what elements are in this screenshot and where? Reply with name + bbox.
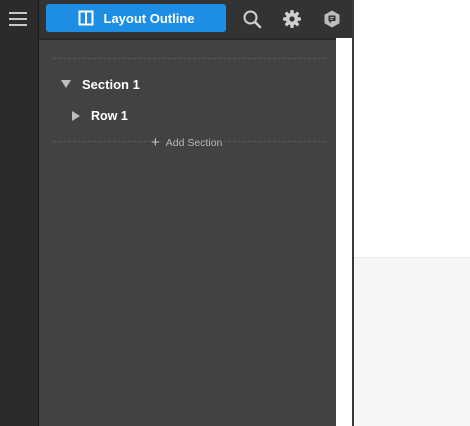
layout-outline-label: Layout Outline	[103, 10, 195, 26]
menu-icon[interactable]	[9, 11, 27, 27]
canvas-area	[354, 0, 470, 257]
outline-section-item[interactable]: Section 1	[61, 76, 140, 92]
search-icon[interactable]	[242, 9, 262, 29]
drop-zone-top	[53, 58, 326, 59]
panel-scroll-track[interactable]	[336, 38, 352, 426]
hexagon-chat-icon[interactable]	[322, 9, 342, 29]
layout-outline-button[interactable]: Layout Outline	[46, 4, 226, 32]
panel-toolbar: Layout Outline	[39, 0, 352, 40]
layout-icon	[78, 10, 93, 26]
gear-icon[interactable]	[282, 9, 302, 29]
caret-right-icon[interactable]	[72, 111, 80, 121]
section-label: Section 1	[82, 76, 140, 92]
left-rail	[0, 0, 39, 426]
caret-down-icon[interactable]	[61, 80, 71, 88]
row-label: Row 1	[91, 109, 128, 123]
outline-row-item[interactable]: Row 1	[72, 108, 128, 124]
add-section-button[interactable]: + Add Section	[151, 134, 225, 151]
builder-window: Section 1 Row 1 + Add Section Layout Out…	[0, 0, 470, 426]
canvas-lower-area	[354, 257, 470, 426]
plus-icon: +	[151, 134, 160, 151]
outline-panel: Section 1 Row 1 + Add Section	[39, 0, 336, 426]
add-section-label: Add Section	[163, 137, 225, 149]
